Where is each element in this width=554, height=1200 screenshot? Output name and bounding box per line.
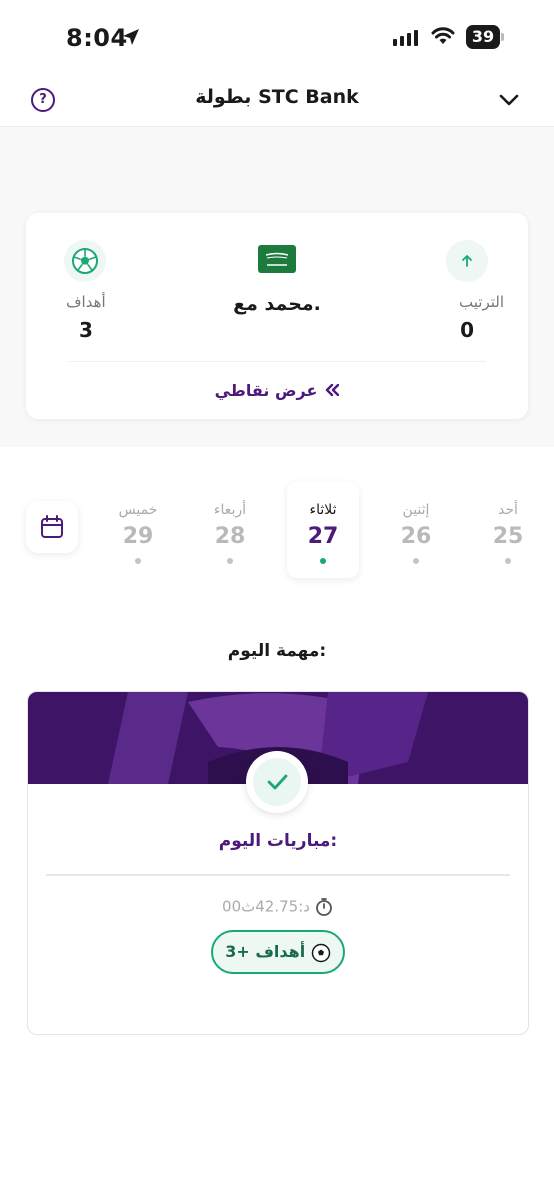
- reward-badge: 3+ أهداف: [211, 930, 345, 974]
- bottom-area: [0, 1060, 554, 1200]
- day-number: 29: [122, 524, 154, 549]
- day-dot: [413, 558, 419, 564]
- goals-value: 3: [79, 318, 93, 342]
- soccer-ball-icon: [64, 240, 106, 282]
- day-item-wednesday[interactable]: أربعاء 28: [194, 482, 266, 578]
- day-name: أربعاء: [213, 502, 247, 518]
- day-dot: [135, 558, 141, 564]
- day-name: أحد: [498, 502, 518, 518]
- rank-value: 0: [460, 318, 474, 342]
- wifi-icon: [431, 27, 455, 44]
- day-name: إثنين: [402, 502, 430, 518]
- daily-task-heading: مهمة اليوم:: [227, 641, 327, 661]
- daily-mission-card[interactable]: مباريات اليوم: 00د:42.75ث 3+ أهداف: [27, 691, 529, 1035]
- timer-row: 00د:42.75ث: [28, 897, 528, 917]
- day-dot: [320, 558, 326, 564]
- completed-check-icon: [246, 751, 308, 813]
- profile-card: الترتيب 0 أهداف 3 محمد مع. عرض نقاطي: [26, 213, 528, 419]
- rank-arrow-up-icon: [446, 240, 488, 282]
- day-dot: [227, 558, 233, 564]
- saudi-flag-icon: [258, 245, 296, 273]
- calendar-button[interactable]: [26, 501, 78, 553]
- status-bar: 8:04 39: [0, 0, 554, 76]
- day-number: 25: [492, 524, 524, 549]
- mission-title: مباريات اليوم:: [218, 831, 338, 851]
- view-my-points-link[interactable]: عرض نقاطي: [26, 381, 528, 400]
- divider: [46, 874, 510, 876]
- calendar-icon: [41, 515, 63, 538]
- user-name: محمد مع.: [233, 293, 321, 315]
- divider: [68, 361, 486, 362]
- app-header: ? بطولة STC Bank: [0, 76, 554, 127]
- chevron-down-icon[interactable]: [497, 88, 521, 112]
- reward-label: 3+ أهداف: [225, 942, 306, 961]
- stopwatch-icon: [316, 898, 332, 916]
- battery-level: 39: [466, 25, 500, 49]
- page-title: بطولة STC Bank: [195, 86, 359, 108]
- day-name: خميس: [118, 502, 158, 518]
- soccer-ball-icon: [311, 943, 331, 962]
- day-number: 27: [307, 524, 339, 549]
- view-my-points-label: عرض نقاطي: [214, 381, 318, 400]
- timer-value: 00د:42.75ث: [222, 897, 310, 916]
- double-chevron-icon: [326, 384, 340, 396]
- day-item-thursday[interactable]: خميس 29: [102, 482, 174, 578]
- day-item-sunday[interactable]: أحد 25: [472, 482, 544, 578]
- day-item-monday[interactable]: إثنين 26: [380, 482, 452, 578]
- location-arrow-icon: [123, 29, 139, 45]
- status-time: 8:04: [66, 24, 128, 52]
- battery-icon: 39: [466, 25, 504, 49]
- day-name: ثلاثاء: [309, 502, 337, 518]
- day-number: 26: [400, 524, 432, 549]
- day-dot: [505, 558, 511, 564]
- day-item-tuesday-selected[interactable]: ثلاثاء 27: [287, 482, 359, 578]
- cellular-signal-icon: [393, 30, 418, 46]
- day-number: 28: [214, 524, 246, 549]
